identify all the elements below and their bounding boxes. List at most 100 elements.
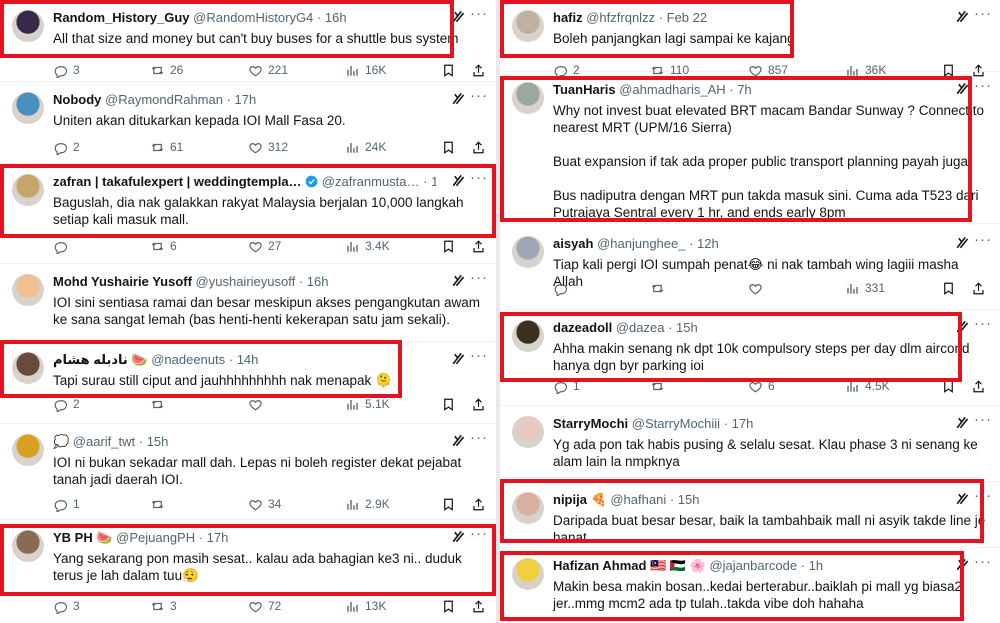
bookmark-button[interactable] [441, 394, 456, 414]
share-button[interactable] [471, 394, 486, 414]
like-button[interactable] [248, 394, 268, 414]
user-handle[interactable]: @RandomHistoryG4 [190, 10, 313, 25]
grok-icon[interactable] [450, 529, 466, 545]
display-name[interactable]: hafiz [553, 10, 583, 25]
timestamp[interactable]: 17h [235, 92, 257, 107]
bookmark-button[interactable] [941, 376, 956, 396]
repost-button[interactable]: 26 [150, 60, 183, 80]
repost-button[interactable] [150, 394, 170, 414]
reply-tweet[interactable]: TuanHaris @ahmadharis_AH · 7h ··· Why not … [500, 72, 1000, 224]
more-icon[interactable]: ··· [974, 6, 992, 22]
timestamp[interactable]: 17h [207, 530, 229, 545]
more-icon[interactable]: ··· [470, 6, 488, 22]
grok-icon[interactable] [450, 91, 466, 107]
reply-button[interactable] [53, 236, 73, 256]
like-button[interactable]: 72 [248, 596, 281, 616]
user-handle[interactable]: @jajanbarcode [706, 558, 797, 573]
grok-icon[interactable] [450, 173, 466, 189]
share-button[interactable] [471, 596, 486, 616]
reply-button[interactable]: 1 [53, 494, 80, 514]
avatar[interactable] [12, 274, 44, 306]
more-icon[interactable]: ··· [974, 78, 992, 94]
like-button[interactable] [748, 278, 768, 298]
display-name[interactable]: نادبله هشام 🍉 [53, 352, 148, 367]
more-icon[interactable]: ··· [974, 412, 992, 428]
reply-button[interactable]: 2 [53, 394, 80, 414]
like-button[interactable]: 34 [248, 494, 281, 514]
views-button[interactable]: 2.9K [345, 494, 390, 514]
more-icon[interactable]: ··· [470, 170, 488, 186]
share-button[interactable] [471, 60, 486, 80]
reply-button[interactable]: 3 [53, 60, 80, 80]
share-button[interactable] [471, 137, 486, 157]
like-button[interactable]: 221 [248, 60, 288, 80]
avatar[interactable] [512, 236, 544, 268]
reply-tweet[interactable]: Mohd Yushairie Yusoff @yushairieyusoff ·… [0, 264, 496, 342]
user-handle[interactable]: @nadeenuts [148, 352, 225, 367]
grok-icon[interactable] [450, 351, 466, 367]
grok-icon[interactable] [954, 81, 970, 97]
display-name[interactable]: zafran | takafulexpert | weddingtempla… [53, 174, 302, 189]
grok-icon[interactable] [450, 273, 466, 289]
avatar[interactable] [512, 320, 544, 352]
timestamp[interactable]: 1h [809, 558, 823, 573]
grok-icon[interactable] [954, 319, 970, 335]
display-name[interactable]: YB PH 🍉 [53, 530, 113, 545]
views-button[interactable]: 5.1K [345, 394, 390, 414]
reply-tweet[interactable]: Nobody @RaymondRahman · 17h ··· Uniten aka… [0, 82, 496, 164]
more-icon[interactable]: ··· [470, 348, 488, 364]
user-handle[interactable]: @hafhani [607, 492, 666, 507]
reply-tweet[interactable]: YB PH 🍉 @PejuangPH · 17h ··· Yang sekarang… [0, 520, 496, 623]
user-handle[interactable]: @dazea [612, 320, 665, 335]
user-handle[interactable]: @StarryMochiii [628, 416, 720, 431]
reply-tweet[interactable]: 💭 @aarif_twt · 15h ··· IOI ni bukan sekada… [0, 424, 496, 520]
user-handle[interactable]: @zafranmusta… [318, 174, 420, 189]
grok-icon[interactable] [450, 9, 466, 25]
avatar[interactable] [512, 492, 544, 524]
timestamp[interactable]: 15h [676, 320, 698, 335]
more-icon[interactable]: ··· [470, 270, 488, 286]
reply-tweet[interactable]: nipija 🍕 @hafhani · 15h ··· Daripada buat … [500, 482, 1000, 548]
views-button[interactable]: 24K [345, 137, 386, 157]
more-icon[interactable]: ··· [974, 554, 992, 570]
avatar[interactable] [512, 82, 544, 114]
avatar[interactable] [512, 416, 544, 448]
display-name[interactable]: aisyah [553, 236, 593, 251]
share-button[interactable] [971, 376, 986, 396]
repost-button[interactable]: 3 [150, 596, 177, 616]
display-name[interactable]: Random_History_Guy [53, 10, 190, 25]
user-handle[interactable]: @ahmadharis_AH [616, 82, 725, 97]
avatar[interactable] [12, 530, 44, 562]
more-icon[interactable]: ··· [974, 488, 992, 504]
avatar[interactable] [12, 10, 44, 42]
display-name[interactable]: 💭 [53, 434, 69, 449]
display-name[interactable]: Hafizan Ahmad 🇲🇾 🇵🇸 🌸 [553, 558, 706, 573]
timestamp[interactable]: 12h [697, 236, 719, 251]
like-button[interactable]: 312 [248, 137, 288, 157]
display-name[interactable]: nipija 🍕 [553, 492, 607, 507]
grok-icon[interactable] [954, 557, 970, 573]
share-button[interactable] [971, 278, 986, 298]
share-button[interactable] [471, 236, 486, 256]
reply-tweet[interactable]: StarryMochi @StarryMochiii · 17h ··· Yg ad… [500, 406, 1000, 482]
bookmark-button[interactable] [441, 137, 456, 157]
avatar[interactable] [12, 92, 44, 124]
more-icon[interactable]: ··· [974, 316, 992, 332]
more-icon[interactable]: ··· [470, 430, 488, 446]
user-handle[interactable]: @hfzfrqnlzz [583, 10, 655, 25]
timestamp[interactable]: 12h [431, 174, 436, 189]
repost-button[interactable]: 6 [150, 236, 177, 256]
reply-tweet[interactable]: dazeadoll @dazea · 15h ··· Ahha makin sena… [500, 310, 1000, 406]
timestamp[interactable]: 15h [147, 434, 169, 449]
user-handle[interactable]: @aarif_twt [69, 434, 135, 449]
views-button[interactable]: 13K [345, 596, 386, 616]
more-icon[interactable]: ··· [470, 526, 488, 542]
grok-icon[interactable] [954, 415, 970, 431]
avatar[interactable] [12, 352, 44, 384]
timestamp[interactable]: 16h [307, 274, 329, 289]
user-handle[interactable]: @PejuangPH [113, 530, 195, 545]
avatar[interactable] [12, 434, 44, 466]
reply-tweet[interactable]: نادبله هشام 🍉 @nadeenuts · 14h ··· Tapi su… [0, 342, 496, 424]
display-name[interactable]: TuanHaris [553, 82, 616, 97]
user-handle[interactable]: @RaymondRahman [101, 92, 223, 107]
